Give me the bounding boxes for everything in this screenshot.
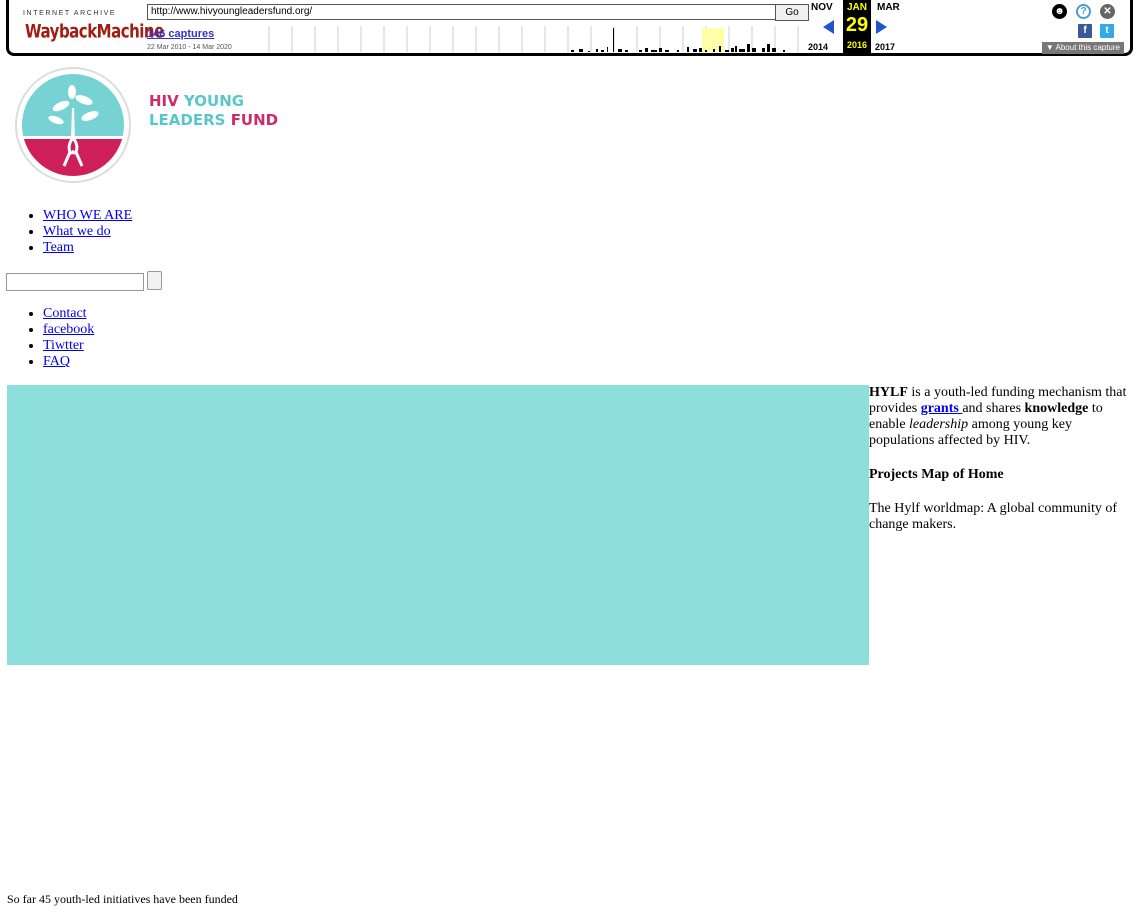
capture-sparkline[interactable] <box>247 26 807 52</box>
prev-capture-arrow-icon[interactable] <box>823 20 834 34</box>
prev-year-label: 2014 <box>808 42 829 52</box>
nav-link-twitter[interactable]: Tiwtter <box>43 338 84 353</box>
next-month-label[interactable]: MAR <box>877 2 900 13</box>
nav-item-team: Team <box>43 240 132 256</box>
user-icon[interactable]: ☻ <box>1052 4 1067 19</box>
nav-item-who-we-are: WHO WE ARE <box>43 208 132 224</box>
current-day: 29 <box>845 14 869 36</box>
nav-item-facebook: facebook <box>43 322 94 338</box>
intro-text: HYLF is a youth-led funding mechanism th… <box>869 385 1135 449</box>
twitter-icon[interactable]: t <box>1100 24 1114 38</box>
nav-link-who-we-are[interactable]: WHO WE ARE <box>43 208 132 223</box>
brand-wordmark[interactable]: HIV YOUNG LEADERS FUND <box>149 92 278 130</box>
brand-fund: FUND <box>230 111 279 129</box>
facebook-icon[interactable]: f <box>1078 24 1092 38</box>
search-input[interactable] <box>6 273 144 291</box>
brand-leaders: LEADERS <box>149 111 231 129</box>
projects-map[interactable] <box>7 385 869 665</box>
current-year: 2016 <box>846 40 868 50</box>
worldmap-text: The Hylf worldmap: A global community of… <box>869 501 1118 532</box>
nav-item-faq: FAQ <box>43 354 94 370</box>
initiatives-count: So far 45 youth-led initiatives have bee… <box>7 892 238 906</box>
secondary-nav: Contact facebook Tiwtter FAQ <box>0 306 94 370</box>
primary-nav: WHO WE ARE What we do Team <box>0 208 132 256</box>
wayback-logo[interactable]: INTERNET ARCHIVE WaybackMachine <box>23 8 166 48</box>
capture-range: 22 Mar 2010 - 14 Mar 2020 <box>147 44 232 51</box>
close-icon[interactable]: ✕ <box>1100 4 1115 19</box>
intro-leadership: leadership <box>909 417 969 432</box>
toolbar-icons: ☻ ? ✕ f t <box>1052 4 1122 38</box>
sidebar: HYLF is a youth-led funding mechanism th… <box>869 385 1135 533</box>
nav-item-twitter: Tiwtter <box>43 338 94 354</box>
nav-link-team[interactable]: Team <box>43 240 74 255</box>
sparkline-bars <box>571 28 785 52</box>
search-button[interactable] <box>147 271 162 290</box>
next-capture-arrow-icon[interactable] <box>876 20 887 34</box>
prev-month-label[interactable]: NOV <box>811 2 833 13</box>
projects-map-heading: Projects Map of Home <box>869 467 1004 482</box>
grants-link[interactable]: grants <box>921 401 963 416</box>
current-capture-date: JAN 29 2016 <box>843 0 871 53</box>
brand-young: YOUNG <box>183 92 245 110</box>
nav-item-contact: Contact <box>43 306 94 322</box>
about-capture-button[interactable]: ▼ About this capture <box>1041 42 1124 54</box>
wayback-toolbar: INTERNET ARCHIVE WaybackMachine http://w… <box>6 0 1133 56</box>
nav-item-what-we-do: What we do <box>43 224 132 240</box>
nav-link-faq[interactable]: FAQ <box>43 354 70 369</box>
internet-archive-text: INTERNET ARCHIVE <box>23 10 117 17</box>
go-button[interactable]: Go <box>775 4 809 21</box>
brand-hiv: HIV <box>149 92 184 110</box>
intro-part-2: and shares <box>962 401 1025 416</box>
intro-knowledge: knowledge <box>1024 401 1089 416</box>
nav-link-facebook[interactable]: facebook <box>43 322 94 337</box>
url-input[interactable]: http://www.hivyoungleadersfund.org/ <box>147 4 781 20</box>
intro-hylf: HYLF <box>869 385 908 400</box>
current-month: JAN <box>846 2 867 13</box>
nav-link-contact[interactable]: Contact <box>43 306 87 321</box>
next-year-label: 2017 <box>875 42 896 52</box>
help-icon[interactable]: ? <box>1076 4 1091 19</box>
hylf-logo[interactable] <box>14 66 132 184</box>
wayback-machine-text: WaybackMachine <box>23 20 166 43</box>
captures-link[interactable]: 146 captures <box>147 28 214 40</box>
nav-link-what-we-do[interactable]: What we do <box>43 224 111 239</box>
